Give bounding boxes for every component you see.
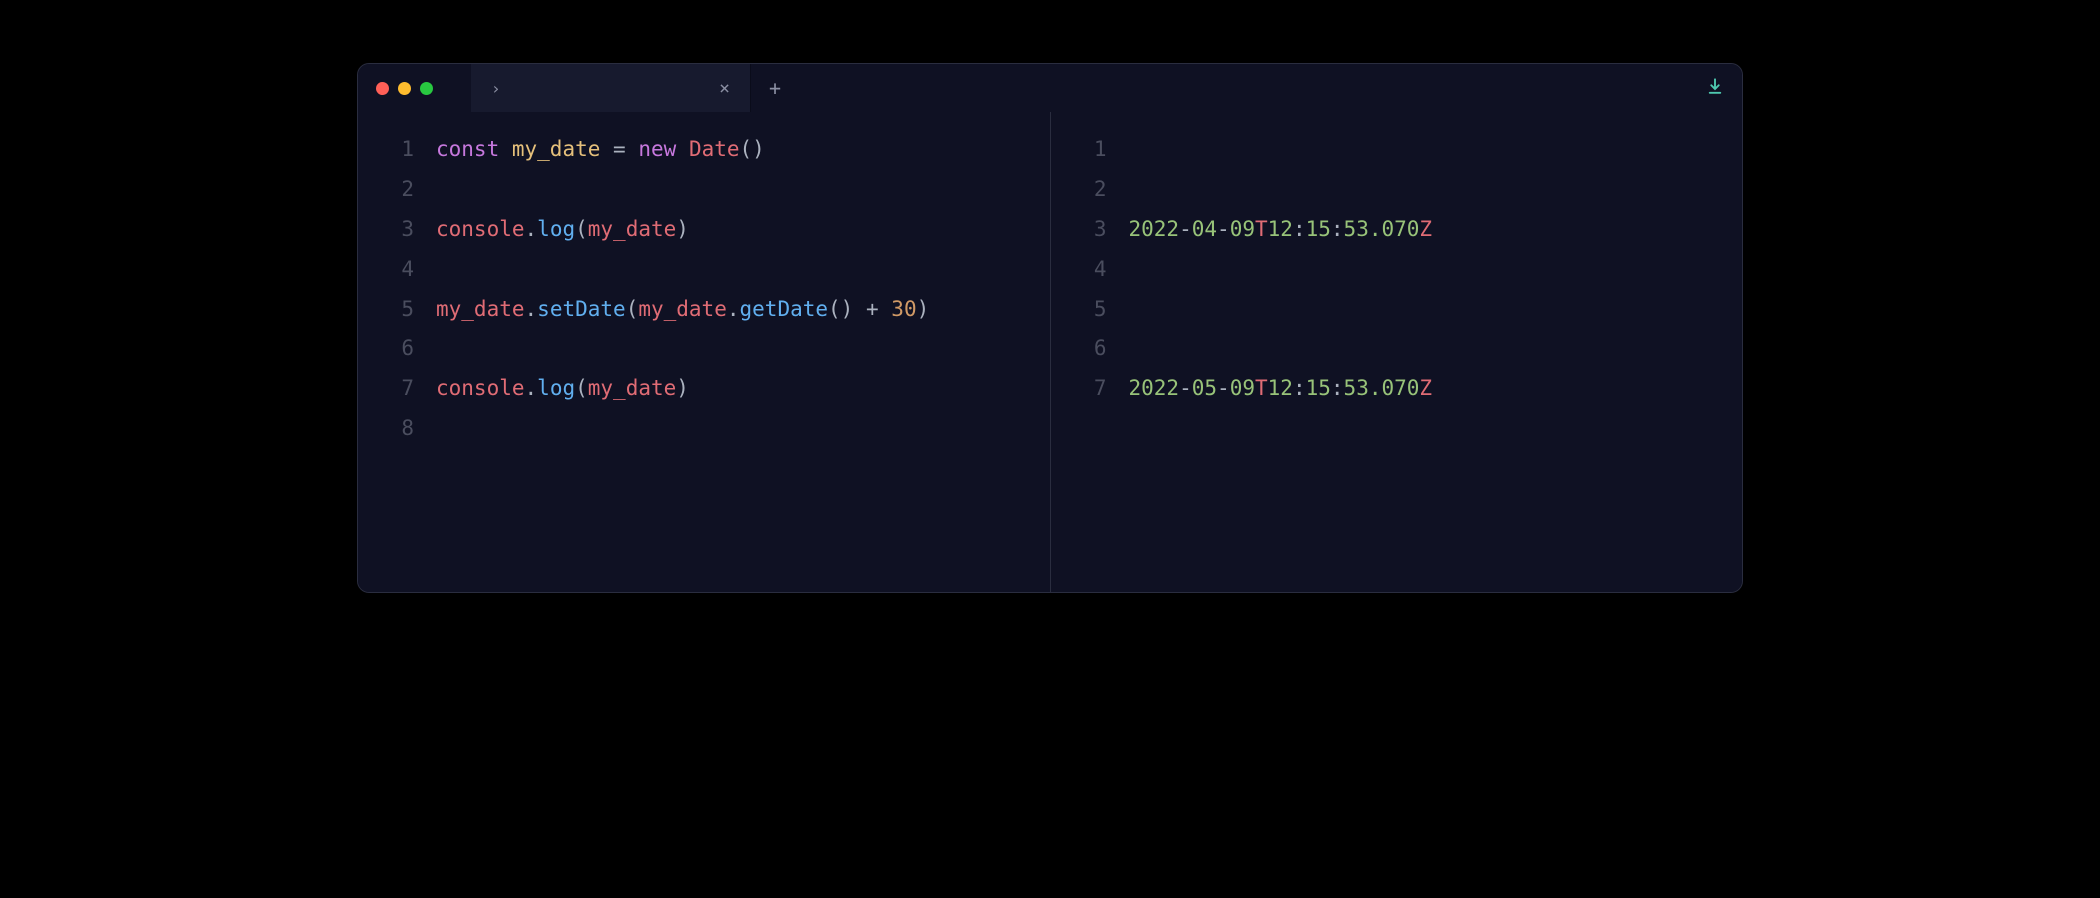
line-number: 5 bbox=[1069, 290, 1107, 330]
close-window-button[interactable] bbox=[376, 82, 389, 95]
code-content bbox=[436, 329, 449, 369]
line-number: 5 bbox=[376, 290, 414, 330]
line-number: 6 bbox=[1069, 329, 1107, 369]
code-line: 8 bbox=[358, 409, 1050, 449]
code-content: my_date.setDate(my_date.getDate() + 30) bbox=[436, 290, 929, 330]
code-content: console.log(my_date) bbox=[436, 369, 689, 409]
minimize-window-button[interactable] bbox=[398, 82, 411, 95]
line-number: 4 bbox=[1069, 250, 1107, 290]
output-content bbox=[1129, 130, 1142, 170]
line-number: 8 bbox=[376, 409, 414, 449]
output-content bbox=[1129, 170, 1142, 210]
tab-title: › bbox=[491, 79, 501, 98]
output-line: 4 bbox=[1051, 250, 1743, 290]
line-number: 7 bbox=[1069, 369, 1107, 409]
output-content bbox=[1129, 329, 1142, 369]
download-icon[interactable] bbox=[1706, 77, 1724, 99]
close-tab-icon[interactable]: × bbox=[719, 78, 730, 99]
output-content bbox=[1129, 290, 1142, 330]
code-content: const my_date = new Date() bbox=[436, 130, 765, 170]
output-line: 6 bbox=[1051, 329, 1743, 369]
output-content: 2022-05-09T12:15:53.070Z bbox=[1129, 369, 1433, 409]
output-line: 3 2022-04-09T12:15:53.070Z bbox=[1051, 210, 1743, 250]
line-number: 3 bbox=[376, 210, 414, 250]
new-tab-button[interactable]: + bbox=[751, 64, 799, 112]
line-number: 1 bbox=[376, 130, 414, 170]
code-line: 7 console.log(my_date) bbox=[358, 369, 1050, 409]
code-line: 6 bbox=[358, 329, 1050, 369]
output-line: 2 bbox=[1051, 170, 1743, 210]
line-number: 4 bbox=[376, 250, 414, 290]
code-line: 5 my_date.setDate(my_date.getDate() + 30) bbox=[358, 290, 1050, 330]
plus-icon: + bbox=[769, 76, 781, 100]
line-number: 1 bbox=[1069, 130, 1107, 170]
output-pane: 1 2 3 2022-04-09T12:15:53.070Z 4 5 6 7 2022… bbox=[1051, 112, 1743, 592]
code-pane[interactable]: 1 const my_date = new Date() 2 3 console.lo… bbox=[358, 112, 1051, 592]
output-line: 1 bbox=[1051, 130, 1743, 170]
line-number: 6 bbox=[376, 329, 414, 369]
code-line: 3 console.log(my_date) bbox=[358, 210, 1050, 250]
code-content bbox=[436, 170, 449, 210]
tab-active[interactable]: › × bbox=[471, 64, 751, 112]
terminal-window: › × + 1 const my_date = new Date() 2 3 cons… bbox=[357, 63, 1743, 593]
code-content bbox=[436, 250, 449, 290]
line-number: 3 bbox=[1069, 210, 1107, 250]
maximize-window-button[interactable] bbox=[420, 82, 433, 95]
editor-area: 1 const my_date = new Date() 2 3 console.lo… bbox=[358, 112, 1742, 592]
tab-bar: › × + bbox=[471, 64, 799, 112]
output-line: 5 bbox=[1051, 290, 1743, 330]
line-number: 2 bbox=[1069, 170, 1107, 210]
line-number: 7 bbox=[376, 369, 414, 409]
output-line: 7 2022-05-09T12:15:53.070Z bbox=[1051, 369, 1743, 409]
code-line: 4 bbox=[358, 250, 1050, 290]
code-content: console.log(my_date) bbox=[436, 210, 689, 250]
titlebar: › × + bbox=[358, 64, 1742, 112]
window-controls bbox=[358, 82, 433, 95]
line-number: 2 bbox=[376, 170, 414, 210]
output-content bbox=[1129, 250, 1142, 290]
code-line: 1 const my_date = new Date() bbox=[358, 130, 1050, 170]
code-line: 2 bbox=[358, 170, 1050, 210]
output-content: 2022-04-09T12:15:53.070Z bbox=[1129, 210, 1433, 250]
code-content bbox=[436, 409, 449, 449]
